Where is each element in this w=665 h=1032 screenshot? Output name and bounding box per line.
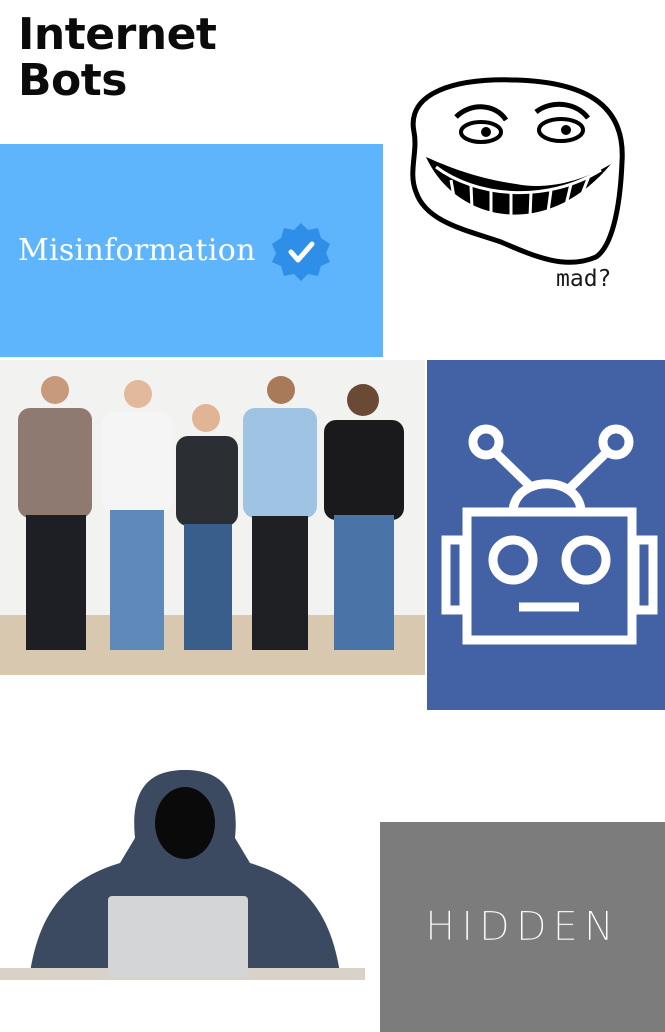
people-on-phones-photo bbox=[0, 360, 425, 675]
verified-check-icon bbox=[271, 222, 330, 281]
hidden-label: HIDDEN bbox=[425, 904, 620, 951]
title-line-1: Internet bbox=[18, 9, 217, 60]
hidden-panel: HIDDEN bbox=[380, 822, 665, 1032]
hooded-hacker-photo bbox=[0, 768, 365, 980]
page-title: Internet Bots bbox=[18, 9, 217, 106]
misinformation-panel: Misinformation bbox=[0, 144, 383, 357]
title-line-2: Bots bbox=[18, 55, 128, 106]
troll-face-icon bbox=[410, 77, 625, 265]
robot-panel bbox=[427, 360, 665, 710]
troll-caption: mad? bbox=[556, 266, 612, 292]
misinformation-label: Misinformation bbox=[18, 233, 256, 268]
robot-icon bbox=[441, 424, 658, 645]
